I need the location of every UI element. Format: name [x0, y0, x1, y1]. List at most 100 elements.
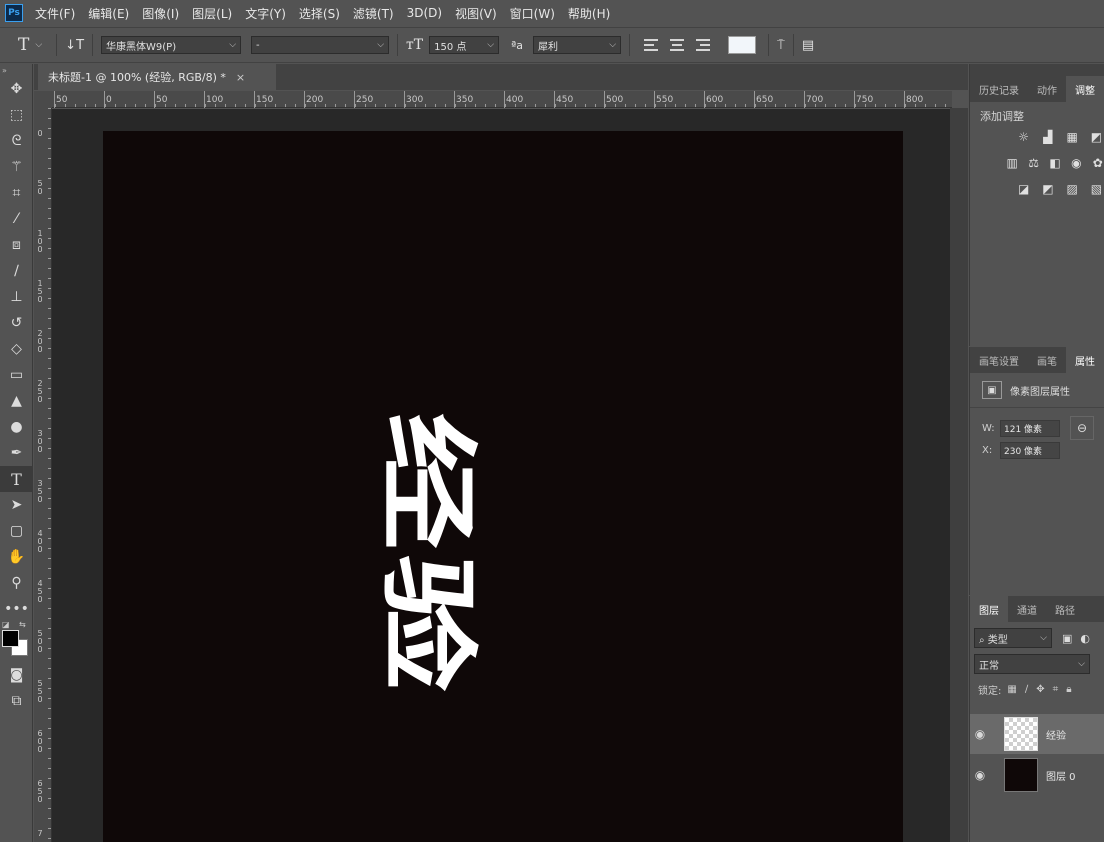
warp-text-icon[interactable]: ⍑: [777, 38, 785, 53]
history-brush-tool-icon[interactable]: ↺: [0, 310, 33, 336]
text-color-swatch[interactable]: [728, 36, 757, 54]
magic-wand-tool-icon[interactable]: ⚚: [0, 154, 33, 180]
layer-filter-select[interactable]: ⌕ 类型 ⌵: [974, 628, 1052, 648]
font-style-select[interactable]: - ⌵: [251, 36, 390, 54]
menu-3d[interactable]: 3D(D): [407, 6, 442, 20]
close-icon[interactable]: ×: [236, 71, 245, 84]
lasso-tool-icon[interactable]: ᘓ: [0, 128, 33, 154]
antialias-select[interactable]: 犀利 ⌵: [533, 36, 622, 54]
blend-mode-select[interactable]: 正常 ⌵: [974, 654, 1090, 674]
tab-layers[interactable]: 图层: [970, 596, 1008, 622]
brush-tool-icon[interactable]: ∕: [0, 258, 33, 284]
eraser-tool-icon[interactable]: ◇: [0, 336, 33, 362]
character-panel-icon[interactable]: ▤: [802, 38, 814, 53]
threshold-icon[interactable]: ▨: [1065, 182, 1080, 196]
menu-view[interactable]: 视图(V): [455, 5, 497, 22]
ruler-origin[interactable]: [34, 91, 52, 108]
menu-file[interactable]: 文件(F): [35, 5, 75, 22]
font-family-select[interactable]: 华康黑体W9(P) ⌵: [101, 36, 242, 54]
tab-brush-settings[interactable]: 画笔设置: [970, 347, 1028, 373]
layer-row[interactable]: ◉ 图层 0: [970, 755, 1104, 795]
menu-select[interactable]: 选择(S): [299, 5, 340, 22]
tab-channels[interactable]: 通道: [1008, 596, 1046, 622]
align-left-icon[interactable]: [644, 39, 659, 51]
menu-image[interactable]: 图像(I): [142, 5, 179, 22]
text-tool-icon[interactable]: T: [18, 35, 29, 55]
menu-filter[interactable]: 滤镜(T): [353, 5, 394, 22]
shape-tool-icon[interactable]: ▢: [0, 518, 33, 544]
posterize-icon[interactable]: ◩: [1040, 182, 1055, 196]
color-balance-icon[interactable]: ⚖: [1027, 156, 1039, 170]
vibrance-icon[interactable]: ▥: [1006, 156, 1018, 170]
eye-icon[interactable]: ◉: [970, 768, 990, 782]
gradient-tool-icon[interactable]: ▭: [0, 362, 33, 388]
panel-collapse-icon[interactable]: »: [2, 66, 32, 76]
warped-text-layer[interactable]: 经 验: [103, 131, 903, 842]
document-tab[interactable]: 未标题-1 @ 100% (经验, RGB/8) * ×: [38, 64, 276, 90]
crop-tool-icon[interactable]: ⌗: [0, 180, 33, 206]
horizontal-ruler[interactable]: 50 0 50 100 150 200 250 300 350 400 450 500 550 600 65…: [52, 91, 952, 108]
channel-mixer-icon[interactable]: ✿: [1092, 156, 1104, 170]
invert-icon[interactable]: ◪: [1016, 182, 1031, 196]
levels-icon[interactable]: ▟: [1040, 130, 1055, 144]
menu-layer[interactable]: 图层(L): [192, 5, 232, 22]
more-tools-icon[interactable]: •••: [0, 596, 33, 622]
align-right-icon[interactable]: [696, 39, 711, 51]
menu-type[interactable]: 文字(Y): [245, 5, 286, 22]
tab-brush[interactable]: 画笔: [1028, 347, 1066, 373]
tab-adjustments[interactable]: 调整: [1066, 76, 1104, 102]
tab-paths[interactable]: 路径: [1046, 596, 1084, 622]
lock-pixels-icon[interactable]: ∕: [1025, 684, 1028, 695]
tool-preset-chevron-icon[interactable]: ⌵: [35, 40, 42, 50]
color-swatches[interactable]: ◪ ⇆: [0, 620, 33, 662]
exposure-icon[interactable]: ◩: [1089, 130, 1104, 144]
x-field[interactable]: 230 像素: [1000, 442, 1060, 459]
vertical-scrollbar[interactable]: [950, 108, 968, 842]
swap-colors-icon[interactable]: ⇆: [19, 620, 26, 629]
eye-icon[interactable]: ◉: [970, 727, 990, 741]
tab-properties[interactable]: 属性: [1066, 347, 1104, 373]
selective-color-icon[interactable]: ▧: [1089, 182, 1104, 196]
pen-tool-icon[interactable]: ✒: [0, 440, 33, 466]
default-colors-icon[interactable]: ◪: [2, 620, 10, 629]
path-selection-tool-icon[interactable]: ➤: [0, 492, 33, 518]
curves-icon[interactable]: ▦: [1065, 130, 1080, 144]
menu-window[interactable]: 窗口(W): [510, 5, 555, 22]
photo-filter-icon[interactable]: ◉: [1070, 156, 1082, 170]
type-tool-icon[interactable]: T: [0, 466, 33, 492]
foreground-color-swatch[interactable]: [2, 630, 19, 647]
tab-history[interactable]: 历史记录: [970, 76, 1028, 102]
vertical-ruler[interactable]: 0 50 100 150 200 250 300 350 400 450 500 550 600 650 7: [34, 108, 52, 842]
black-white-icon[interactable]: ◧: [1049, 156, 1061, 170]
dodge-tool-icon[interactable]: ●: [0, 414, 33, 440]
text-orientation-icon[interactable]: ↓T: [65, 38, 84, 53]
eyedropper-tool-icon[interactable]: ⁄: [0, 206, 33, 232]
layer-filter-row: ⌕ 类型 ⌵ ▣ ◐: [974, 628, 1104, 648]
lock-all-icon[interactable]: 🔒︎: [1066, 684, 1071, 695]
width-field[interactable]: 121 像素: [1000, 419, 1060, 437]
quick-mask-icon[interactable]: ◙: [0, 662, 33, 688]
stamp-tool-icon[interactable]: ⊥: [0, 284, 33, 310]
align-center-icon[interactable]: [670, 39, 685, 51]
menu-help[interactable]: 帮助(H): [568, 5, 610, 22]
document-canvas[interactable]: 经 验: [103, 131, 903, 842]
tab-actions[interactable]: 动作: [1028, 76, 1066, 102]
lock-position-icon[interactable]: ✥: [1036, 684, 1044, 695]
blur-tool-icon[interactable]: ▲: [0, 388, 33, 414]
hand-tool-icon[interactable]: ✋: [0, 544, 33, 570]
brightness-icon[interactable]: ☼: [1016, 130, 1031, 144]
filter-pixel-icon[interactable]: ▣: [1062, 632, 1072, 645]
link-icon[interactable]: ⊖: [1070, 416, 1094, 440]
menu-edit[interactable]: 编辑(E): [88, 5, 129, 22]
healing-brush-tool-icon[interactable]: ⧈: [0, 232, 33, 258]
lock-transparency-icon[interactable]: ▦: [1007, 684, 1016, 695]
screen-mode-icon[interactable]: ⧉: [0, 688, 33, 714]
move-tool-icon[interactable]: ✥: [0, 76, 33, 102]
layer-row[interactable]: ◉ 经验: [970, 714, 1104, 754]
font-size-select[interactable]: 150 点 ⌵: [429, 36, 500, 54]
document-tab-bar: 未标题-1 @ 100% (经验, RGB/8) * ×: [34, 64, 968, 90]
filter-adjustment-icon[interactable]: ◐: [1080, 632, 1090, 645]
lock-artboard-icon[interactable]: ⌗: [1053, 684, 1059, 695]
zoom-tool-icon[interactable]: ⚲: [0, 570, 33, 596]
marquee-tool-icon[interactable]: ⬚: [0, 102, 33, 128]
